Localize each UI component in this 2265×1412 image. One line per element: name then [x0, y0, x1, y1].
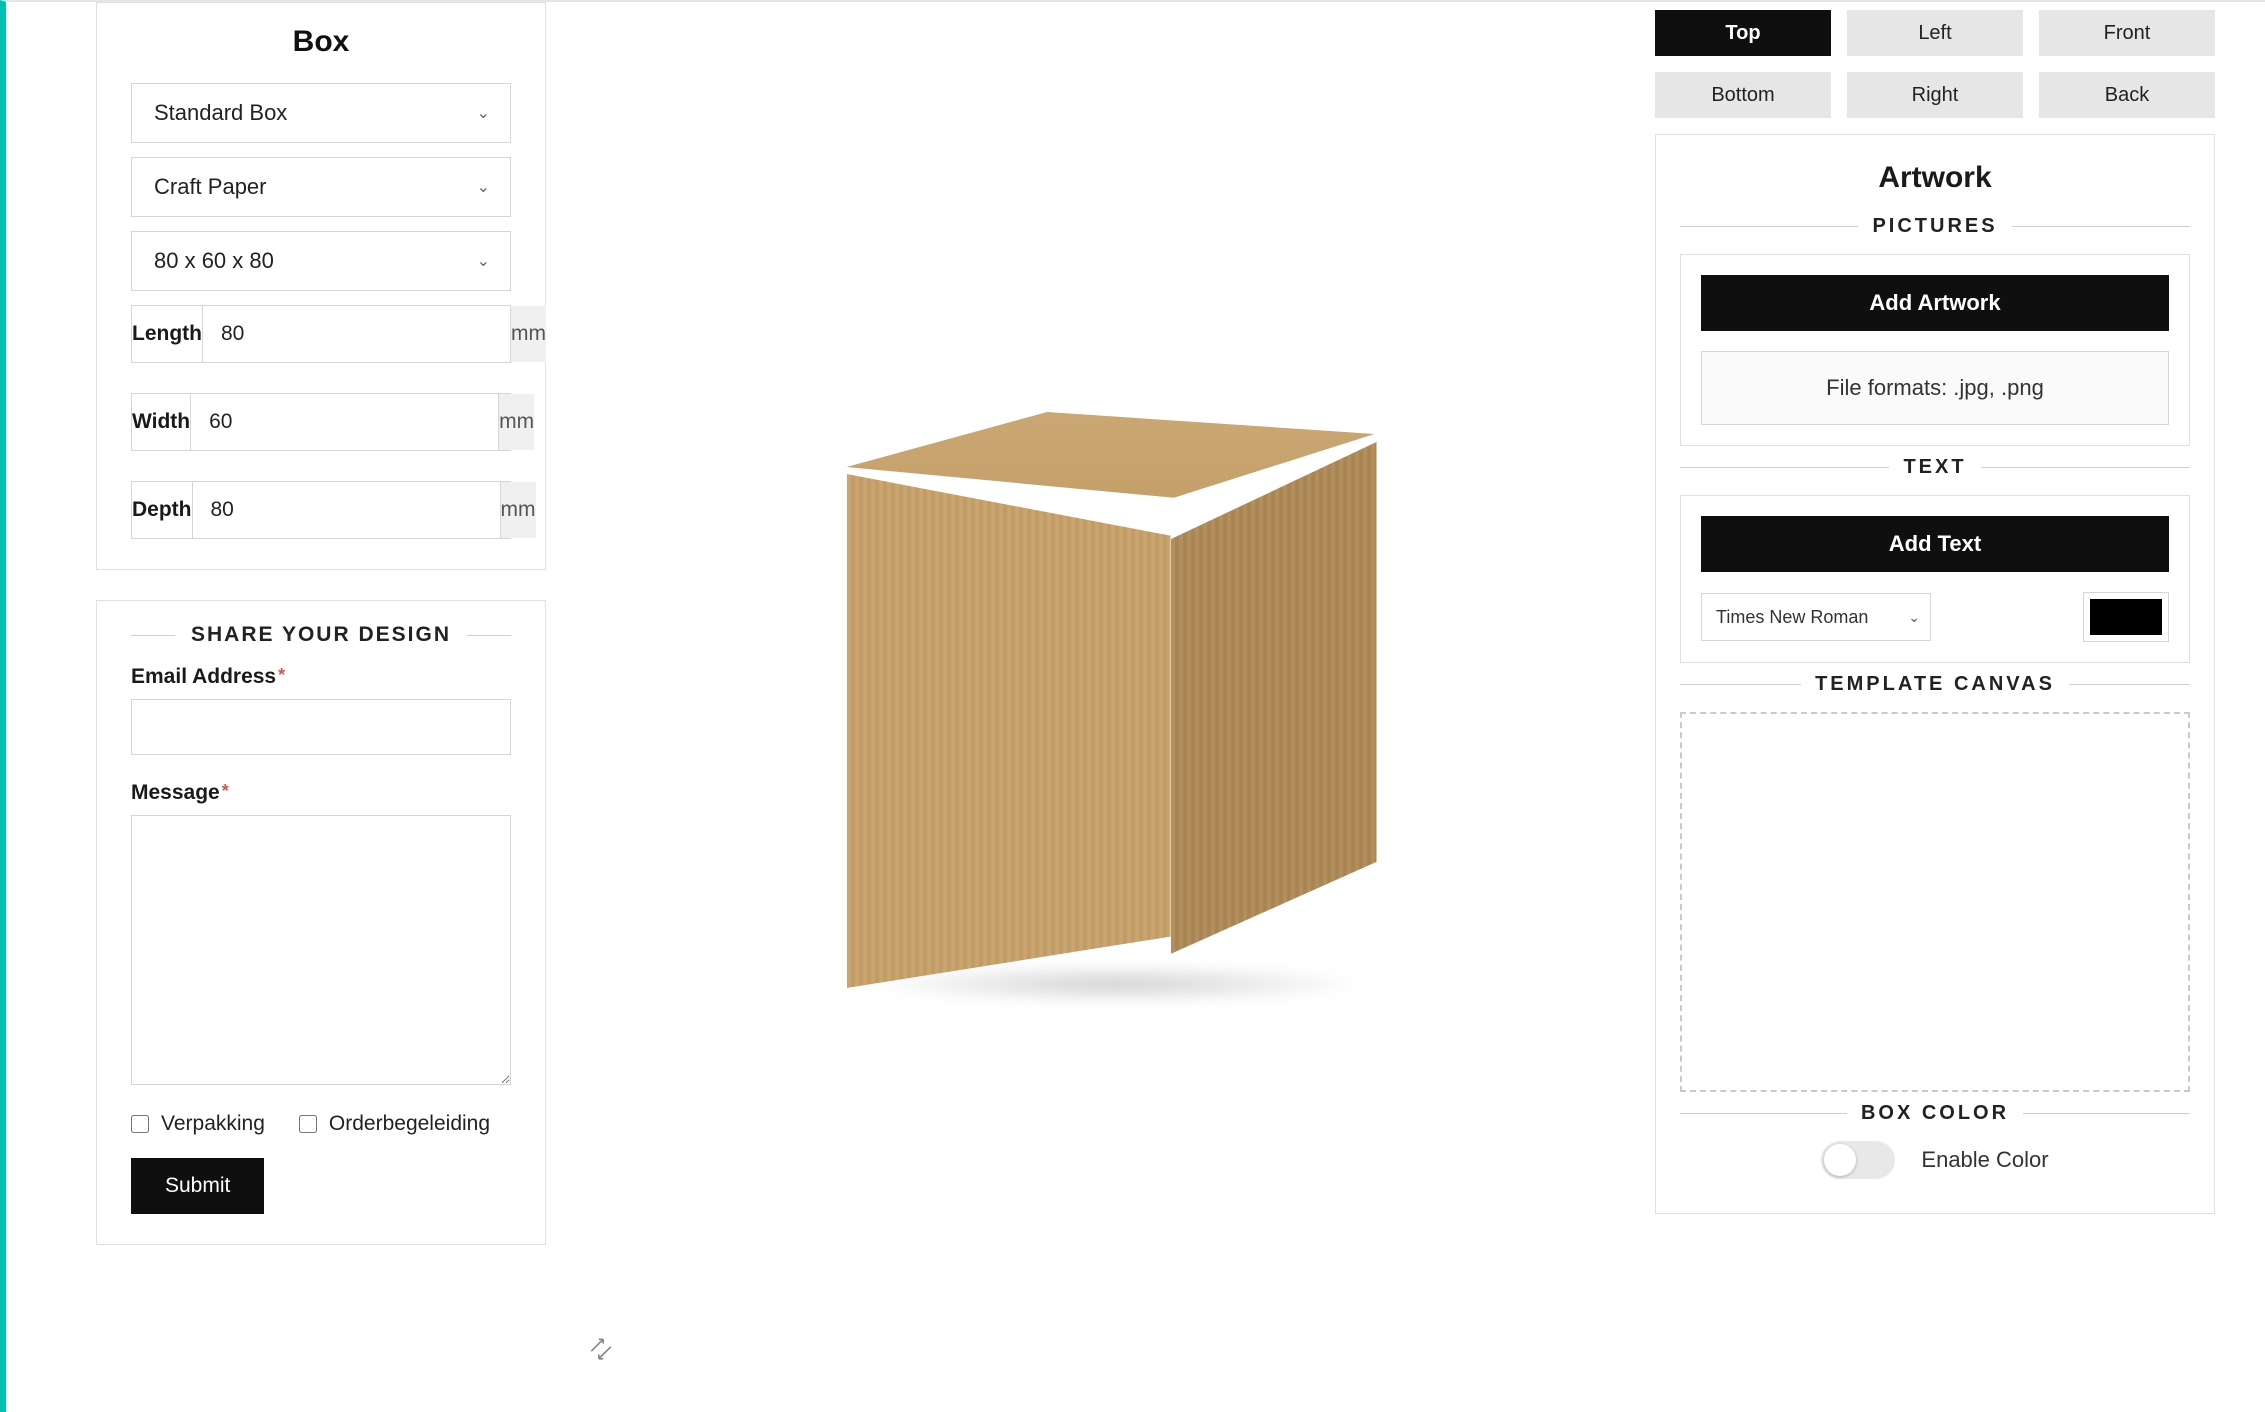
depth-input[interactable] [193, 482, 500, 538]
checkbox-orderbegeleiding-box[interactable] [299, 1115, 317, 1133]
enable-color-label: Enable Color [1921, 1147, 2048, 1173]
message-label: Message* [131, 781, 511, 805]
view-front-button[interactable]: Front [2039, 10, 2215, 56]
pictures-heading: PICTURES [1680, 215, 2190, 238]
text-color-picker[interactable] [2083, 592, 2169, 642]
toggle-knob [1824, 1144, 1856, 1176]
message-textarea[interactable] [131, 815, 511, 1085]
template-canvas[interactable] [1680, 712, 2190, 1092]
view-bottom-button[interactable]: Bottom [1655, 72, 1831, 118]
view-selector: Top Left Front Bottom Right Back [1655, 10, 2215, 118]
share-heading: SHARE YOUR DESIGN [131, 623, 511, 647]
view-back-button[interactable]: Back [2039, 72, 2215, 118]
share-panel: SHARE YOUR DESIGN Email Address* Message… [96, 600, 546, 1245]
resize-handle-icon[interactable] [588, 1336, 614, 1362]
box-config-panel: Box Standard Box ⌄ Craft Paper ⌄ 80 x 60… [96, 2, 546, 570]
box-type-select[interactable]: Standard Box ⌄ [131, 83, 511, 143]
box-material-value: Craft Paper [154, 174, 267, 200]
font-family-select[interactable]: Times New Roman ⌄ [1701, 593, 1931, 641]
color-swatch [2090, 599, 2162, 635]
template-canvas-heading: TEMPLATE CANVAS [1680, 673, 2190, 696]
box-size-select[interactable]: 80 x 60 x 80 ⌄ [131, 231, 511, 291]
width-row: Width mm [131, 393, 511, 451]
view-right-button[interactable]: Right [1847, 72, 2023, 118]
length-input[interactable] [203, 306, 510, 362]
file-formats-info: File formats: .jpg, .png [1701, 351, 2169, 425]
add-artwork-button[interactable]: Add Artwork [1701, 275, 2169, 331]
view-left-button[interactable]: Left [1847, 10, 2023, 56]
box-panel-title: Box [131, 25, 511, 59]
box-type-value: Standard Box [154, 100, 287, 126]
chevron-down-icon: ⌄ [477, 103, 490, 123]
submit-button[interactable]: Submit [131, 1158, 264, 1214]
width-input[interactable] [191, 394, 498, 450]
preview-area [576, 2, 1645, 1412]
view-top-button[interactable]: Top [1655, 10, 1831, 56]
email-label: Email Address* [131, 665, 511, 689]
box-color-heading: BOX COLOR [1680, 1102, 2190, 1125]
email-input[interactable] [131, 699, 511, 755]
artwork-title: Artwork [1680, 161, 2190, 195]
pictures-section: Add Artwork File formats: .jpg, .png [1680, 254, 2190, 446]
width-label: Width [132, 394, 191, 450]
length-unit: mm [510, 306, 546, 362]
enable-color-toggle[interactable] [1821, 1141, 1895, 1179]
checkbox-orderbegeleiding[interactable]: Orderbegeleiding [299, 1112, 490, 1136]
box-3d-preview[interactable] [841, 412, 1381, 1002]
depth-unit: mm [500, 482, 536, 538]
box-size-value: 80 x 60 x 80 [154, 248, 274, 274]
artwork-panel: Artwork PICTURES Add Artwork File format… [1655, 134, 2215, 1214]
text-section: Add Text Times New Roman ⌄ [1680, 495, 2190, 663]
chevron-down-icon: ⌄ [1908, 609, 1920, 626]
length-label: Length [132, 306, 203, 362]
chevron-down-icon: ⌄ [477, 251, 490, 271]
add-text-button[interactable]: Add Text [1701, 516, 2169, 572]
checkbox-verpakking[interactable]: Verpakking [131, 1112, 265, 1136]
depth-label: Depth [132, 482, 193, 538]
text-heading: TEXT [1680, 456, 2190, 479]
width-unit: mm [498, 394, 534, 450]
chevron-down-icon: ⌄ [477, 177, 490, 197]
box-material-select[interactable]: Craft Paper ⌄ [131, 157, 511, 217]
checkbox-verpakking-box[interactable] [131, 1115, 149, 1133]
depth-row: Depth mm [131, 481, 511, 539]
length-row: Length mm [131, 305, 511, 363]
